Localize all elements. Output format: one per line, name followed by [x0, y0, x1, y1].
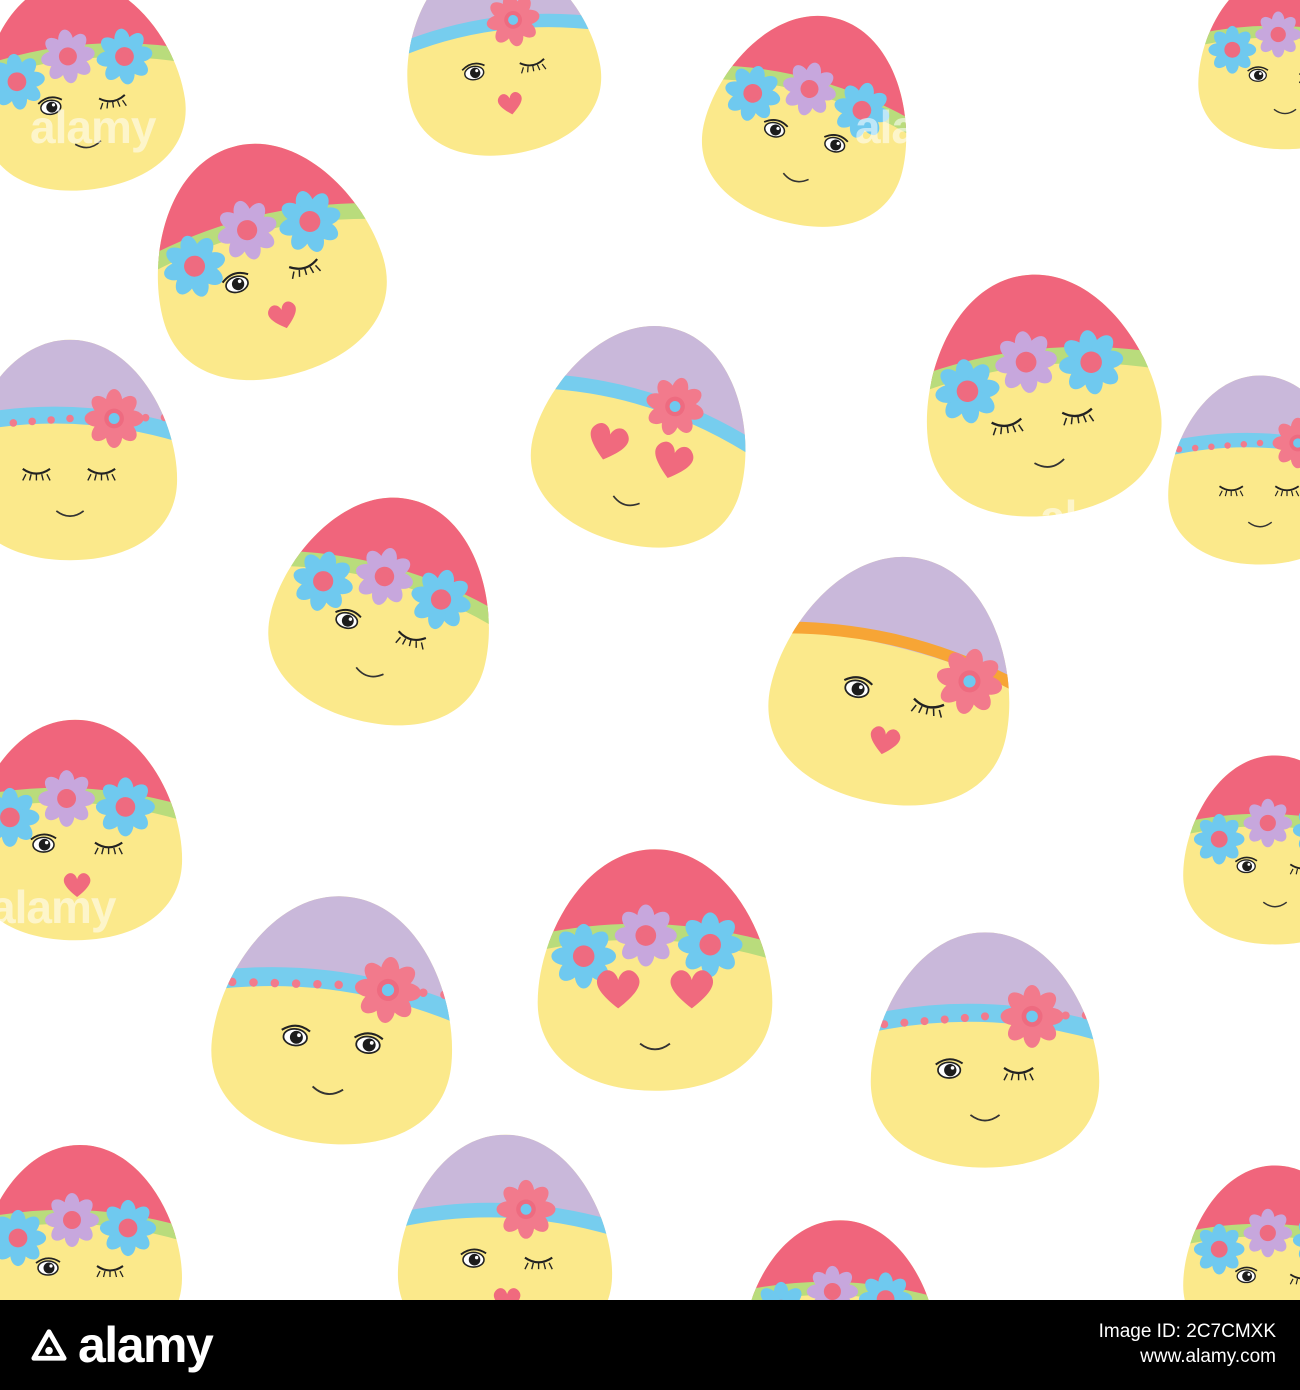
- alamy-logo-icon: [31, 1329, 67, 1361]
- image-id-label: Image ID:: [1098, 1321, 1181, 1342]
- easter-egg-face: [1168, 375, 1300, 565]
- flower-icon: [38, 770, 95, 827]
- flower-icon: [99, 1199, 157, 1257]
- easter-egg-face: [0, 1145, 182, 1300]
- easter-egg-face: [743, 1220, 937, 1300]
- easter-egg-face: [698, 0, 935, 227]
- logo-text: alamy: [78, 1317, 214, 1373]
- easter-egg-face: [202, 884, 468, 1145]
- easter-egg-face: [761, 533, 1039, 806]
- easter-egg-face: [1198, 0, 1300, 150]
- flower-icon: [84, 389, 144, 448]
- flower-icon: [1000, 984, 1064, 1048]
- easter-egg-face: [264, 473, 520, 726]
- flower-icon: [1255, 11, 1300, 58]
- easter-egg-face: [907, 259, 1173, 517]
- flower-icon: [677, 912, 743, 977]
- footer-bar: alamy Image ID: 2C7CMXK www.alamy.com: [0, 1300, 1300, 1390]
- easter-egg-face: [529, 299, 779, 548]
- flower-icon: [1243, 1208, 1293, 1258]
- easter-egg-face: [0, 339, 178, 561]
- easter-egg-face: [0, 0, 196, 191]
- flower-icon: [45, 1193, 99, 1247]
- image-meta: Image ID: 2C7CMXK www.alamy.com: [1099, 1320, 1276, 1370]
- alamy-logo[interactable]: alamy: [30, 1316, 214, 1374]
- easter-egg-face: [397, 1134, 613, 1300]
- flower-icon: [614, 904, 677, 967]
- easter-egg-face: [1183, 755, 1300, 945]
- image-id-value: 2C7CMXK: [1186, 1321, 1276, 1342]
- site-url[interactable]: www.alamy.com: [1099, 1344, 1276, 1370]
- easter-egg-face: [537, 849, 773, 1091]
- egg-pattern-canvas: [0, 0, 1300, 1300]
- easter-egg-face: [0, 719, 183, 941]
- flower-icon: [95, 777, 155, 837]
- easter-egg-pattern: alamy alamy alamy alamy alamy: [0, 0, 1300, 1300]
- flower-icon: [1193, 813, 1245, 865]
- flower-icon: [1243, 798, 1293, 848]
- easter-egg-face: [870, 932, 1100, 1168]
- easter-egg-face: [387, 0, 611, 156]
- easter-egg-face: [1183, 1165, 1300, 1300]
- flower-icon: [1193, 1223, 1245, 1275]
- image-id-row: Image ID: 2C7CMXK: [1099, 1320, 1276, 1344]
- flower-icon: [1208, 25, 1257, 74]
- flower-icon: [496, 1179, 556, 1239]
